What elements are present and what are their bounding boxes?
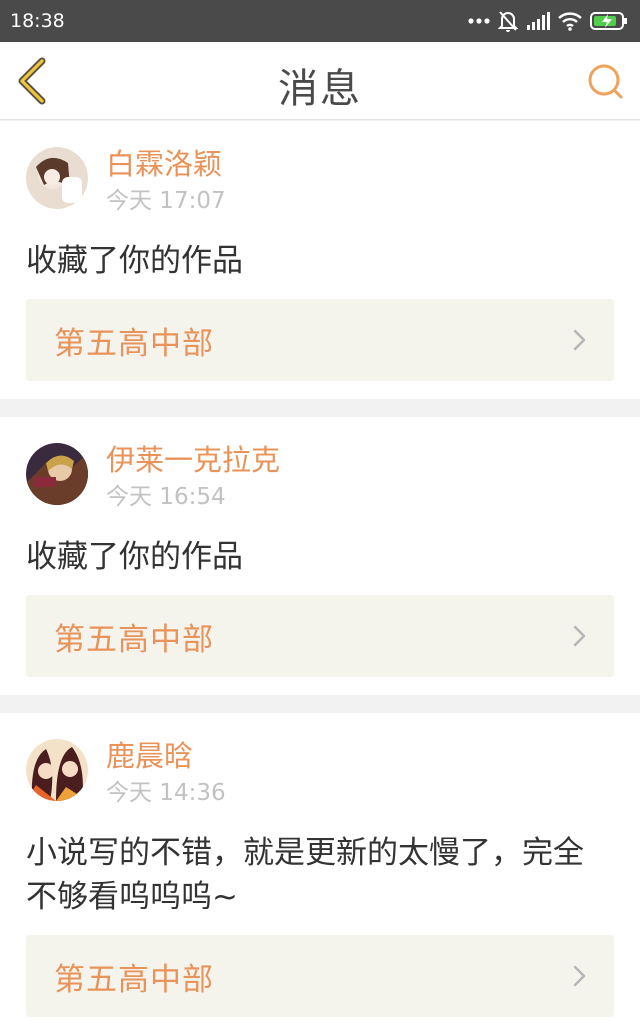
chevron-right-icon (573, 965, 586, 987)
search-icon (588, 64, 623, 99)
message-text: 收藏了你的作品 (26, 243, 243, 279)
work-title: 第五高中部 (54, 961, 214, 998)
message-card: 鹿晨晗 今天 14:36 小说写的不错，就是更新的太慢了，完全不够看呜呜呜~ 第… (0, 713, 640, 1035)
message-text: 小说写的不错，就是更新的太慢了，完全不够看呜呜呜~ (26, 835, 584, 915)
bell-off-icon (498, 11, 518, 32)
user-name[interactable]: 鹿晨晗 (106, 737, 226, 775)
battery-icon (590, 12, 627, 30)
avatar[interactable] (26, 443, 88, 505)
nav-bar: 消息 (0, 42, 640, 120)
status-icons (468, 10, 628, 32)
page-title: 消息 (278, 66, 362, 112)
message-list: 白霖洛颖 今天 17:07 收藏了你的作品 第五高中部 伊莱一克拉克 今天 16… (0, 121, 640, 1035)
work-title: 第五高中部 (54, 621, 214, 658)
divider (0, 695, 640, 713)
message-time: 今天 17:07 (106, 188, 226, 214)
chevron-right-icon (573, 329, 586, 351)
message-time: 今天 16:54 (106, 484, 226, 510)
search-button[interactable] (586, 62, 626, 102)
message-text: 收藏了你的作品 (26, 539, 243, 575)
signal-icon (527, 12, 550, 30)
work-link[interactable]: 第五高中部 (26, 595, 614, 677)
work-link[interactable]: 第五高中部 (26, 935, 614, 1017)
message-card: 白霖洛颖 今天 17:07 收藏了你的作品 第五高中部 (0, 121, 640, 399)
divider (0, 399, 640, 417)
user-name[interactable]: 伊莱一克拉克 (106, 441, 280, 479)
wifi-icon (558, 12, 582, 31)
message-time: 今天 14:36 (106, 780, 226, 806)
status-bar: 18:38 (0, 0, 640, 42)
status-time: 18:38 (10, 10, 65, 32)
work-title: 第五高中部 (54, 325, 214, 362)
dots-icon (468, 18, 490, 24)
work-link[interactable]: 第五高中部 (26, 299, 614, 381)
chevron-right-icon (573, 625, 586, 647)
user-name[interactable]: 白霖洛颖 (106, 145, 226, 183)
avatar[interactable] (26, 147, 88, 209)
avatar[interactable] (26, 739, 88, 801)
message-card: 伊莱一克拉克 今天 16:54 收藏了你的作品 第五高中部 (0, 417, 640, 695)
